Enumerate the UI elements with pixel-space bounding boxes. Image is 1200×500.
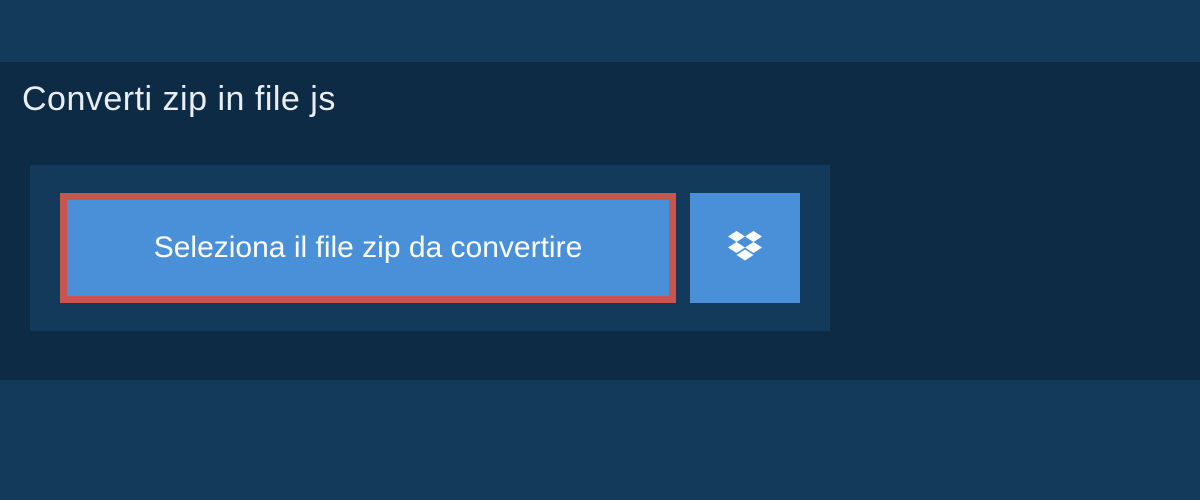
tab-convert-zip-to-js[interactable]: Converti zip in file js: [0, 62, 368, 137]
dropbox-icon: [728, 231, 762, 266]
top-strip: [0, 0, 1200, 62]
footer-strip: [0, 380, 1200, 500]
dropbox-button[interactable]: [690, 193, 800, 303]
select-file-button[interactable]: Seleziona il file zip da convertire: [60, 193, 676, 303]
select-file-label: Seleziona il file zip da convertire: [154, 231, 583, 265]
tab-title: Converti zip in file js: [22, 80, 336, 118]
upload-panel: Seleziona il file zip da convertire: [30, 165, 830, 331]
